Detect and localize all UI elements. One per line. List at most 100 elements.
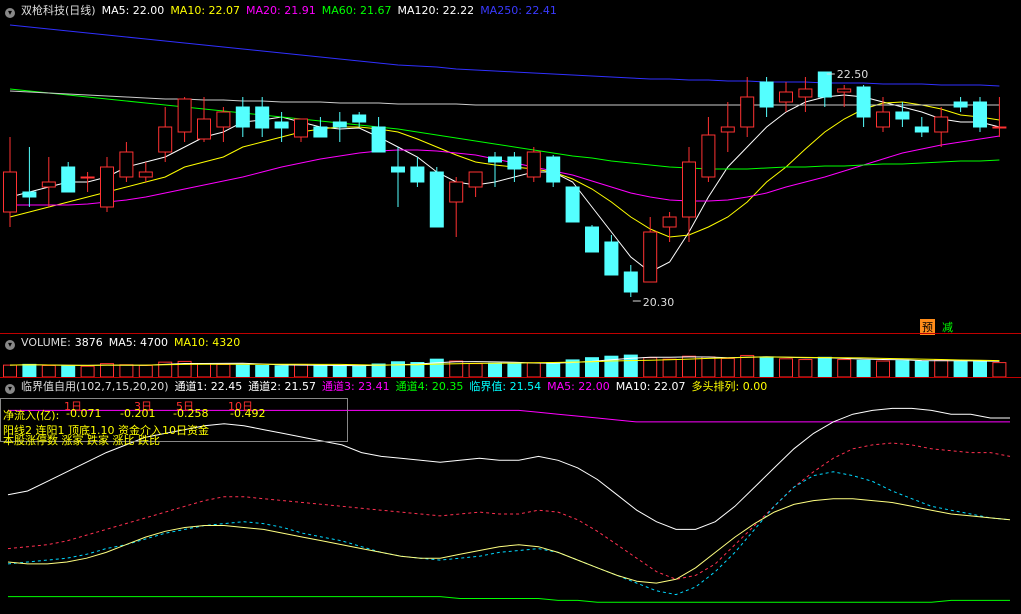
candle-body — [759, 81, 774, 108]
volume-bar — [507, 363, 522, 378]
high-annotation: 22.50 — [837, 68, 869, 81]
candle-body — [332, 121, 347, 128]
volume-bar — [526, 362, 541, 378]
info-row4: 本股涨停数 涨家 跌家 涨比 跌比 — [3, 434, 160, 447]
volume-bar — [701, 356, 716, 378]
candle-body — [740, 96, 755, 128]
candle-body — [216, 111, 231, 128]
indicator-label: 临界值自用(102,7,15,20,20) — [21, 380, 169, 393]
candle-body — [546, 156, 561, 183]
volume-legend-item-2: MA10: 4320 — [174, 336, 241, 349]
info-row2-4: -0.492 — [230, 407, 266, 420]
candle-body — [197, 118, 211, 140]
volume-bar — [546, 362, 561, 378]
volume-bar — [779, 358, 793, 378]
volume-bar — [352, 365, 367, 378]
volume-bar — [332, 365, 347, 378]
indicator-legend-item-0: 通道1: 22.45 — [174, 380, 243, 393]
candle-body — [429, 171, 444, 228]
info-row2-3: -0.258 — [173, 407, 209, 420]
collapse-icon[interactable]: ▾ — [5, 384, 15, 394]
candle-body — [138, 171, 153, 178]
candle-body — [565, 186, 580, 223]
volume-bar — [973, 361, 987, 378]
ma-line-ma5 — [9, 94, 1000, 273]
collapse-icon[interactable]: ▾ — [5, 340, 15, 350]
candle-body — [177, 98, 192, 133]
volume-chart — [3, 354, 1007, 378]
volume-bar — [934, 359, 949, 378]
candle-body — [313, 126, 328, 138]
candle-body — [100, 166, 114, 208]
candle-body — [526, 151, 541, 178]
volume-bar — [255, 364, 270, 378]
volume-bar — [80, 365, 95, 378]
separator-volume — [0, 377, 1021, 378]
candle-body — [720, 126, 735, 133]
candle-body — [914, 126, 929, 133]
candle-body — [798, 88, 813, 98]
candle-body — [682, 161, 696, 218]
candle-body — [391, 166, 405, 173]
volume-bar — [953, 360, 968, 378]
candle-body — [701, 134, 716, 178]
low-annotation: 20.30 — [643, 296, 675, 309]
candle-body — [643, 231, 658, 283]
volume-bar — [817, 356, 832, 378]
volume-bar — [22, 363, 37, 378]
indicator-legend: 通道1: 22.45 通道2: 21.57 通道3: 23.41 通道4: 20.35… — [175, 380, 774, 393]
volume-label: VOLUME: — [21, 336, 71, 349]
indicator-legend-item-7: 多头排列: 0.00 — [691, 380, 768, 393]
indicator-legend-item-6: MA10: 22.07 — [615, 380, 686, 393]
volume-bar — [61, 365, 76, 378]
volume-bar — [197, 363, 211, 378]
indicator-legend-item-1: 通道2: 21.57 — [248, 380, 316, 393]
candle-body — [352, 114, 367, 123]
candle-body — [837, 88, 852, 93]
volume-bar — [138, 364, 153, 378]
volume-bar — [720, 357, 735, 378]
volume-bar — [468, 363, 483, 378]
candle-body — [274, 121, 289, 129]
separator-main — [0, 333, 1021, 334]
volume-header: ▾ VOLUME: 3876 MA5: 4700 MA10: 4320 — [2, 335, 252, 351]
candle-body — [449, 181, 464, 203]
volume-bar — [429, 358, 444, 378]
candle-body — [158, 126, 173, 153]
volume-bar — [488, 362, 502, 378]
candlestick-chart: 22.50 20.30 — [3, 24, 1007, 309]
volume-bar — [313, 364, 328, 378]
candle-body — [895, 111, 910, 120]
candle-body — [856, 86, 871, 118]
ma-line-ma120 — [9, 90, 1000, 106]
volume-bar — [837, 359, 852, 378]
candle-body — [468, 171, 483, 188]
candle-body — [953, 101, 968, 108]
volume-bar — [235, 364, 250, 378]
volume-legend-item-1: MA5: 4700 — [108, 336, 168, 349]
candle-body — [507, 156, 522, 170]
volume-bar — [876, 360, 890, 378]
indicator-legend-item-5: MA5: 22.00 — [547, 380, 610, 393]
info-row2-2: -0.201 — [120, 407, 156, 420]
volume-bar — [740, 354, 755, 378]
candle-body — [779, 91, 793, 103]
volume-bar — [914, 360, 929, 378]
ma-line-ma10 — [9, 101, 1000, 238]
candle-body — [61, 166, 76, 193]
candle-body — [3, 171, 17, 213]
candle-body — [371, 126, 386, 153]
candle-body — [294, 118, 308, 138]
volume-bar — [41, 364, 56, 378]
volume-bar — [662, 358, 677, 378]
candle-body — [992, 126, 1007, 129]
candle-body — [41, 181, 56, 188]
candle-body — [662, 216, 677, 228]
candle-body — [410, 166, 425, 183]
indicator-header: ▾ 临界值自用(102,7,15,20,20) 通道1: 22.45 通道2: 21.… — [2, 379, 779, 395]
volume-bar — [992, 362, 1007, 378]
indicator-legend-item-4: 临界值: 21.54 — [469, 380, 542, 393]
volume-legend-item-0: 3876 — [74, 336, 103, 349]
volume-bar — [895, 360, 910, 378]
volume-bar — [371, 363, 386, 378]
